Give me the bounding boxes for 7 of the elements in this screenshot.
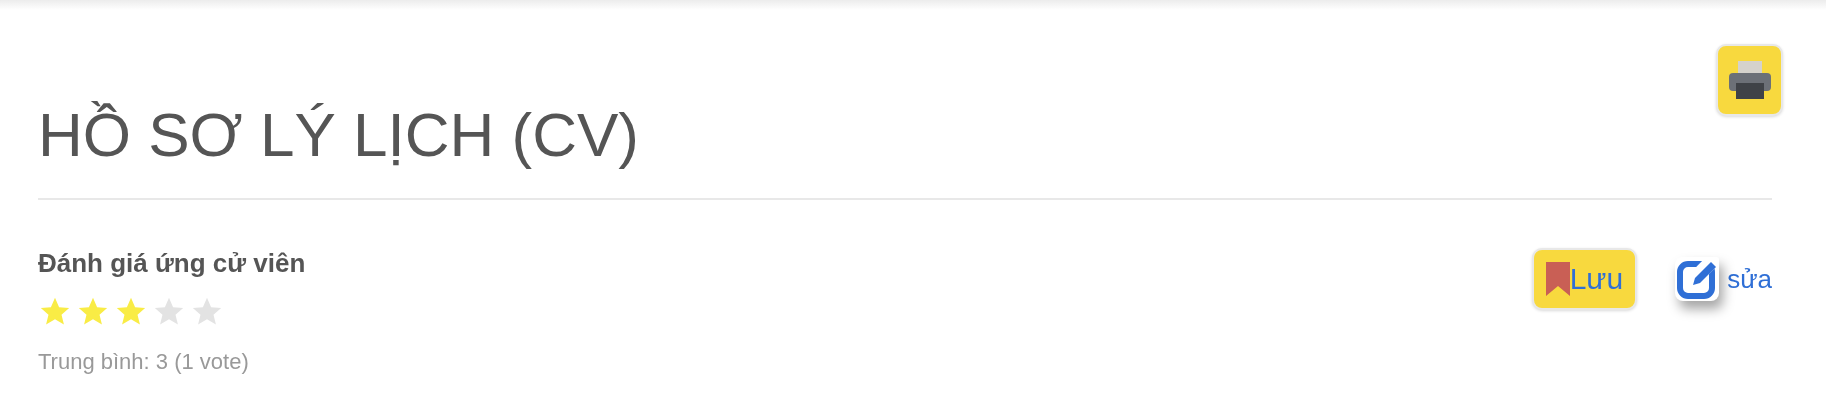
rating-heading: Đánh giá ứng cử viên xyxy=(38,248,306,280)
bookmark-icon xyxy=(1545,262,1570,297)
page-title: HỒ SƠ LÝ LỊCH (CV) xyxy=(38,99,639,171)
edit-link[interactable]: sửa xyxy=(1675,257,1772,302)
print-button[interactable] xyxy=(1716,44,1783,116)
save-button[interactable]: Lưu xyxy=(1531,248,1638,311)
rating-summary: Trung bình: 3 (1 vote) xyxy=(38,349,249,376)
